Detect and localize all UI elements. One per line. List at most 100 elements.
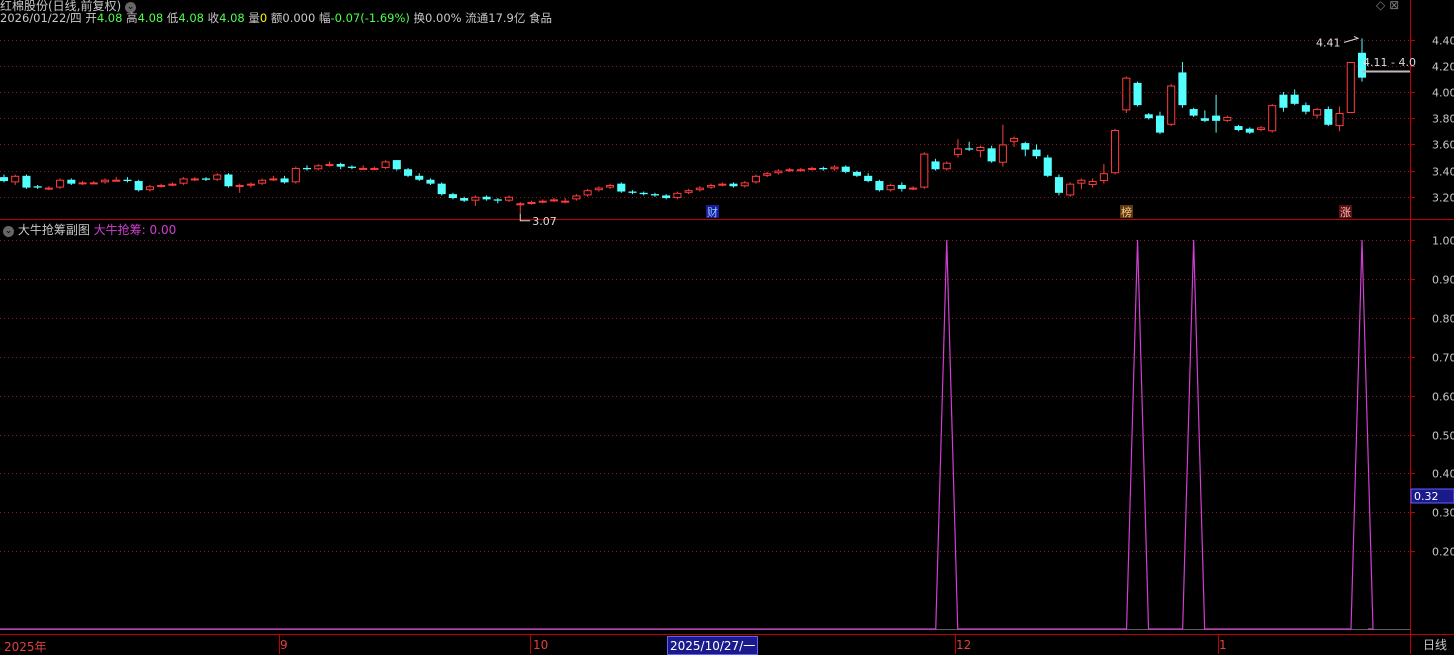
candle <box>696 186 703 191</box>
candle-body-down <box>404 169 412 176</box>
candle-body-down <box>348 167 356 168</box>
candle-body-down <box>281 178 289 182</box>
main-tick-label: 4.20 <box>1432 61 1454 74</box>
candle-body-up <box>1100 174 1107 181</box>
candle <box>415 173 423 181</box>
candle-body-up <box>562 201 569 202</box>
candle <box>438 182 446 195</box>
candle-body-up <box>708 185 715 187</box>
candle-body-up <box>775 171 782 173</box>
candle-body-up <box>506 197 513 200</box>
candle <box>146 185 153 192</box>
candle-body-down <box>483 197 491 200</box>
candle <box>573 194 580 201</box>
candle-body-down <box>393 160 401 169</box>
candle <box>1235 125 1243 132</box>
candle <box>1291 89 1299 105</box>
candle <box>954 139 961 157</box>
x-label-year: 2025年 <box>4 638 47 655</box>
candle <box>1055 175 1063 196</box>
candle <box>426 178 434 185</box>
candle <box>887 184 894 192</box>
candle <box>842 165 850 173</box>
candle-body-down <box>1291 95 1299 104</box>
candle-body-up <box>539 201 546 202</box>
candle-body-up <box>57 180 64 187</box>
candle <box>674 192 681 200</box>
kline-chart-svg[interactable]: 3.203.403.603.804.004.204.400.200.300.40… <box>0 0 1454 654</box>
candle <box>1178 62 1186 108</box>
candle-body-down <box>494 199 502 200</box>
candle-body-up <box>1257 128 1264 130</box>
candle-body-down <box>651 194 659 195</box>
candle <box>550 198 557 202</box>
candle-body-down <box>22 176 30 188</box>
chevron-down-icon[interactable]: ⌄ <box>3 226 14 237</box>
candle <box>921 152 928 189</box>
period-tab[interactable]: 日线 <box>1416 636 1454 654</box>
candle <box>1032 144 1040 158</box>
candle-body-down <box>449 194 457 198</box>
candle-body-down <box>1246 129 1254 133</box>
candle-body-down <box>617 184 625 192</box>
candle-body-up <box>943 163 950 169</box>
candle-body-down <box>1021 143 1029 150</box>
candle-body-up <box>12 176 19 182</box>
candle <box>764 172 771 177</box>
candle <box>708 184 715 189</box>
candle <box>57 178 64 188</box>
candle <box>607 184 614 189</box>
candle <box>864 173 872 182</box>
candle <box>1089 178 1096 187</box>
sub-tick-label: 0.90 <box>1432 274 1454 287</box>
candle <box>517 202 524 214</box>
candle-layer <box>0 38 1366 213</box>
x-label-month-12: 12 <box>956 638 971 652</box>
candle-body-up <box>270 179 277 180</box>
candle <box>1133 82 1141 107</box>
sub-panel-title[interactable]: 大牛抢筹副图 <box>18 223 90 237</box>
candle <box>662 194 670 199</box>
candle <box>158 184 165 188</box>
candle-body-up <box>214 175 221 179</box>
candle <box>853 171 861 178</box>
candle <box>45 186 52 190</box>
candle <box>460 197 468 202</box>
candle-body-up <box>550 200 557 201</box>
candle <box>1067 182 1074 196</box>
candle-body-down <box>135 181 143 190</box>
frame-layer <box>0 0 1454 654</box>
candle-body-up <box>1347 62 1354 112</box>
candle-body-up <box>921 154 928 187</box>
sub-tick-label: 0.20 <box>1432 546 1454 559</box>
candle-body-up <box>1089 182 1096 185</box>
candle <box>348 165 356 169</box>
candle <box>1021 142 1029 156</box>
candle-body-down <box>224 175 232 187</box>
candle <box>685 189 692 194</box>
candle-body-up <box>1123 78 1130 110</box>
candle <box>931 159 939 171</box>
candle <box>1302 103 1310 115</box>
x-label-month-10: 10 <box>533 638 548 652</box>
candle <box>910 186 917 190</box>
candle <box>79 181 86 185</box>
candle <box>729 182 737 187</box>
candle-body-up <box>809 168 816 169</box>
candle-body-up <box>146 187 153 190</box>
candle <box>640 192 648 196</box>
candle <box>775 169 782 174</box>
candle <box>617 182 625 192</box>
low-marker-label: 3.07 <box>532 215 557 228</box>
candle-body-up <box>169 184 176 185</box>
crosshair-value: 0.32 <box>1414 490 1439 503</box>
candle-body-down <box>415 176 423 180</box>
candle <box>214 173 221 181</box>
candle <box>360 165 367 169</box>
candle <box>113 177 120 181</box>
candle <box>965 142 973 151</box>
main-tick-label: 3.40 <box>1432 166 1454 179</box>
sub-tick-label: 0.30 <box>1432 507 1454 520</box>
candle-body-down <box>1156 116 1164 133</box>
sub-tick-label: 0.80 <box>1432 313 1454 326</box>
